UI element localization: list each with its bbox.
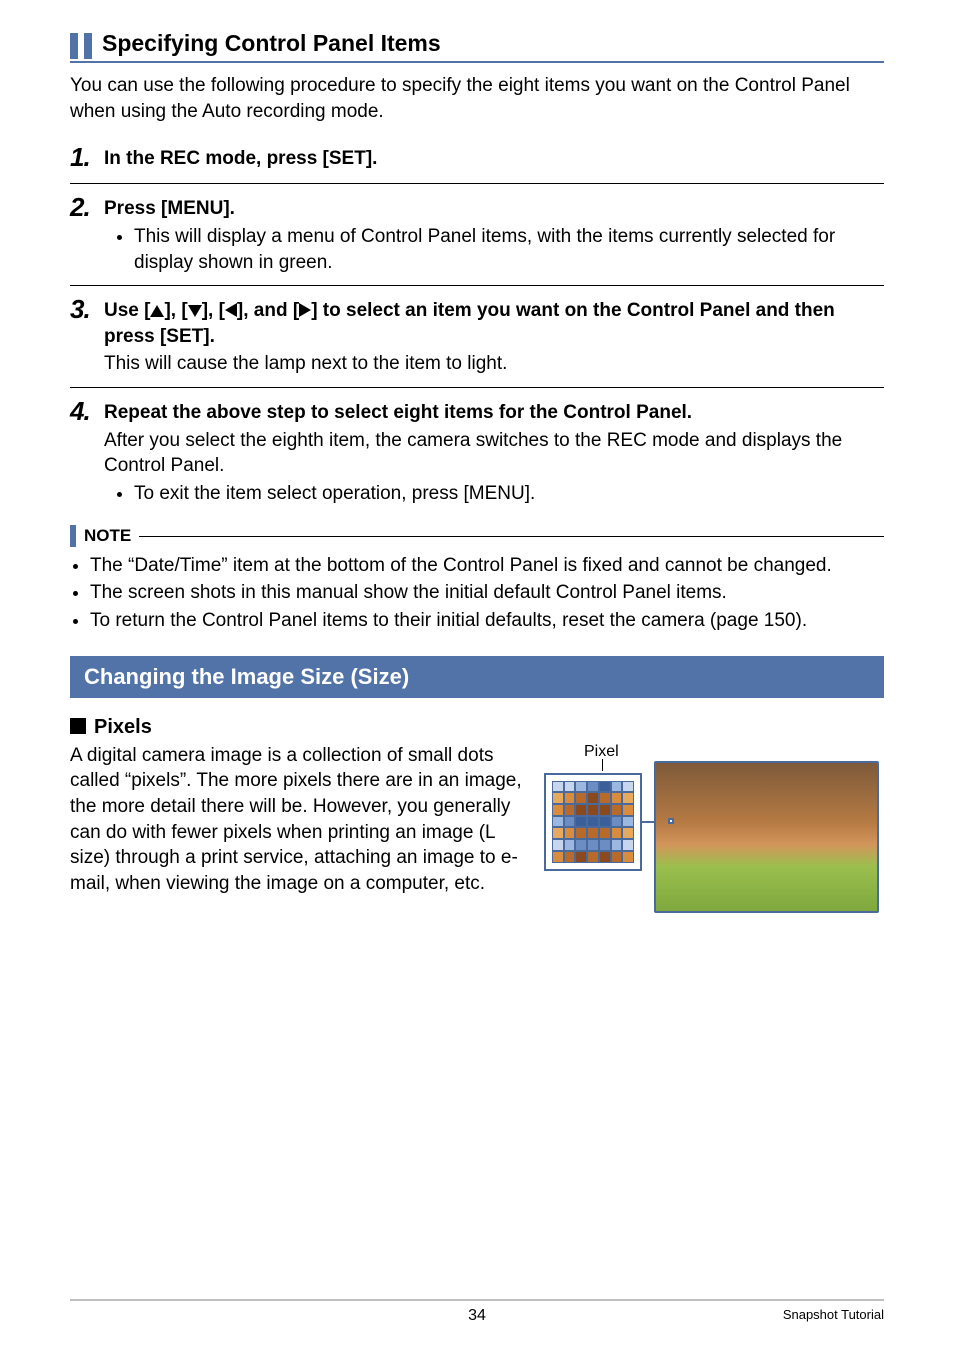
step-3: 3. Use [], [], [], and [] to select an i… — [70, 294, 884, 377]
divider — [70, 387, 884, 388]
note-block: NOTE The “Date/Time” item at the bottom … — [70, 525, 884, 634]
page-footer: 34 Snapshot Tutorial — [70, 1299, 884, 1329]
step-desc: This will cause the lamp next to the ite… — [104, 351, 884, 377]
step-2: 2. Press [MENU]. This will display a men… — [70, 192, 884, 275]
step-title: Use [], [], [], and [] to select an item… — [104, 298, 884, 349]
arrow-up-icon — [150, 305, 164, 317]
pixel-illustration: Pixel — [544, 743, 884, 921]
intro-paragraph: You can use the following procedure to s… — [70, 73, 884, 124]
divider — [70, 285, 884, 286]
step-desc: After you select the eighth item, the ca… — [104, 428, 884, 479]
step-bullet: This will display a menu of Control Pane… — [134, 224, 884, 275]
step-title: Repeat the above step to select eight it… — [104, 400, 884, 426]
section-heading: Specifying Control Panel Items — [70, 30, 884, 63]
footer-label: Snapshot Tutorial — [783, 1307, 884, 1322]
step-1: 1. In the REC mode, press [SET]. — [70, 142, 884, 173]
arrow-left-icon — [225, 303, 237, 317]
note-label: NOTE — [84, 526, 131, 546]
sample-photo — [654, 761, 879, 913]
t: ], [ — [164, 300, 187, 321]
step-number: 4. — [70, 396, 104, 427]
subsection-heading: Pixels — [70, 716, 884, 739]
note-item: To return the Control Panel items to the… — [90, 608, 884, 634]
step-4: 4. Repeat the above step to select eight… — [70, 396, 884, 507]
heading-bar — [84, 33, 92, 59]
heading-text: Specifying Control Panel Items — [102, 30, 441, 61]
square-bullet-icon — [70, 718, 86, 734]
t: ], and [ — [237, 300, 299, 321]
step-bullet: To exit the item select operation, press… — [134, 481, 884, 507]
callout-dot — [668, 818, 674, 824]
divider — [70, 183, 884, 184]
note-item: The “Date/Time” item at the bottom of th… — [90, 553, 884, 579]
step-title: Press [MENU]. — [104, 196, 884, 222]
t: Use [ — [104, 300, 150, 321]
arrow-down-icon — [188, 305, 202, 317]
step-number: 2. — [70, 192, 104, 223]
step-number: 3. — [70, 294, 104, 325]
step-number: 1. — [70, 142, 104, 173]
subsection-title: Pixels — [94, 716, 152, 738]
section-title-bar: Changing the Image Size (Size) — [70, 656, 884, 698]
heading-bar — [70, 33, 78, 59]
magnified-pixels — [544, 773, 642, 871]
arrow-right-icon — [299, 303, 311, 317]
pixels-paragraph: A digital camera image is a collection o… — [70, 743, 544, 897]
step-title: In the REC mode, press [SET]. — [104, 146, 884, 172]
note-line — [139, 536, 884, 537]
note-bar — [70, 525, 76, 547]
t: ], [ — [202, 300, 225, 321]
note-item: The screen shots in this manual show the… — [90, 580, 884, 606]
page-number: 34 — [70, 1307, 884, 1325]
